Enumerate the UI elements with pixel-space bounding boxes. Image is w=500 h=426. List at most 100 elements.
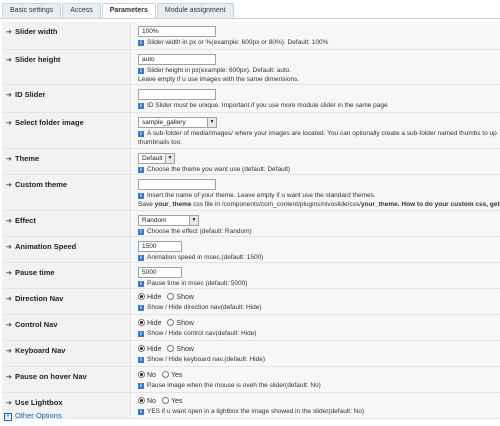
radio-label: No	[147, 398, 156, 405]
radio-label: No	[147, 372, 156, 379]
info-icon: i	[138, 193, 144, 199]
lightbox-yes-radio[interactable]	[161, 397, 169, 404]
param-field: Hide Show i Show / Hide control nav(defaul…	[138, 319, 500, 339]
animation-speed-input[interactable]: 1500	[138, 241, 182, 252]
help-text: Slider width in px or %(example: 600px o…	[147, 39, 329, 46]
arrow-right-icon: ➔	[6, 400, 12, 407]
help-text-2: Save your_theme css file in /components/…	[138, 200, 500, 208]
param-label-text: Use Lightbox	[15, 398, 63, 407]
help-text: Choose the theme you want use (default: …	[147, 166, 291, 173]
param-label: ➔ Keyboard Nav	[2, 341, 131, 366]
slider-height-input[interactable]: auto	[138, 54, 216, 65]
arrow-right-icon: ➔	[6, 244, 12, 251]
info-icon: i	[138, 331, 144, 337]
param-label: ➔ Select folder image	[2, 113, 131, 148]
tab-divider	[0, 18, 500, 19]
info-icon: i	[138, 255, 144, 261]
radio-label: Yes	[170, 398, 183, 405]
arrow-right-icon: ➔	[6, 270, 12, 277]
param-row-slider-width: ➔ Slider width 100% i Slider width in px o…	[2, 22, 500, 50]
chevron-down-icon[interactable]: ▼	[165, 154, 174, 163]
help-text: Pause image when the mouse is oveh the s…	[147, 382, 321, 389]
param-label: ➔ Effect	[2, 211, 131, 236]
tab-parameters[interactable]: Parameters	[101, 3, 156, 19]
info-icon: i	[138, 305, 144, 311]
info-icon: i	[138, 357, 144, 363]
keyboard-nav-show-radio[interactable]	[167, 345, 175, 352]
other-options-link[interactable]: + Other Options	[4, 411, 62, 421]
param-label: ➔ Slider height	[2, 50, 131, 84]
control-nav-hide-radio[interactable]	[138, 319, 145, 326]
help-text: A sub-folder of media/images/ where your…	[147, 130, 497, 137]
param-label-text: Animation Speed	[15, 242, 77, 251]
theme-select[interactable]: Default ▼	[138, 153, 175, 164]
direction-nav-hide-radio[interactable]	[138, 293, 145, 300]
keyboard-nav-hide-radio[interactable]	[138, 345, 145, 352]
custom-theme-input[interactable]	[138, 179, 216, 190]
param-label-text: Theme	[15, 154, 40, 163]
param-label-text: Keyboard Nav	[15, 346, 66, 355]
param-label: ➔ Slider width	[2, 22, 131, 49]
id-slider-input[interactable]	[138, 89, 216, 100]
slider-width-input[interactable]: 100%	[138, 26, 216, 37]
param-label-text: Effect	[15, 216, 36, 225]
info-icon: i	[138, 383, 144, 389]
arrow-right-icon: ➔	[6, 120, 12, 127]
param-label-text: Select folder image	[15, 118, 84, 127]
arrow-right-icon: ➔	[6, 348, 12, 355]
lightbox-no-radio[interactable]	[138, 397, 145, 404]
chevron-down-icon[interactable]: ▼	[207, 118, 216, 127]
info-icon: i	[138, 68, 144, 74]
pause-hover-yes-radio[interactable]	[161, 371, 169, 378]
help-text: Animation speed in msec.(default: 1500)	[147, 254, 264, 261]
param-field: No Yes i YES if u want open in a lightbox …	[138, 397, 500, 417]
param-label: ➔ Pause on hover Nav	[2, 367, 131, 392]
radio-label: Hide	[147, 294, 162, 301]
arrow-right-icon: ➔	[6, 92, 12, 99]
control-nav-show-radio[interactable]	[167, 319, 175, 326]
arrow-right-icon: ➔	[6, 182, 12, 189]
param-label: ➔ Animation Speed	[2, 237, 131, 262]
param-row-slider-height: ➔ Slider height auto i Slider height in px…	[2, 50, 500, 85]
param-label-text: Pause time	[15, 268, 55, 277]
help-text-2: thumbnails too.	[138, 138, 183, 146]
help-text: Insert the name of your theme. Leave emp…	[147, 192, 376, 199]
arrow-right-icon: ➔	[6, 374, 12, 381]
pause-hover-no-radio[interactable]	[138, 371, 145, 378]
chevron-down-icon[interactable]: ▼	[189, 216, 198, 225]
other-options-label: Other Options	[15, 411, 62, 420]
param-field: Default ▼ i Choose the theme you want use …	[138, 153, 500, 175]
param-label-text: Control Nav	[15, 320, 58, 329]
pause-time-input[interactable]: 5000	[138, 267, 182, 278]
param-field: 5000 i Pause time in msec (default: 5000)	[138, 267, 500, 289]
direction-nav-show-radio[interactable]	[167, 293, 175, 300]
param-row-id-slider: ➔ ID Slider i ID Slider must be unique. Im…	[2, 85, 500, 113]
param-label: ➔ Direction Nav	[2, 289, 131, 314]
radio-label: Show	[176, 320, 194, 327]
tab-module-assignment[interactable]: Module assignment	[156, 3, 234, 18]
param-field: i Insert the name of your theme. Leave em…	[138, 179, 500, 209]
help-text-2: Leave empty if u use images with the sam…	[138, 75, 300, 83]
param-field: sample_gallery ▼ iA sub-folder of media/i…	[138, 117, 500, 147]
param-field: 100% i Slider width in px or %(example: 6…	[138, 26, 500, 48]
param-label-text: Custom theme	[15, 180, 68, 189]
info-icon: i	[138, 103, 144, 109]
param-row-direction-nav: ➔ Direction Nav Hide Show i Show / Hide dir…	[2, 289, 500, 315]
tab-basic-settings[interactable]: Basic settings	[2, 3, 62, 18]
tab-bar: Basic settings Access Parameters Module …	[2, 3, 235, 19]
arrow-right-icon: ➔	[6, 322, 12, 329]
info-icon: i	[138, 40, 144, 46]
param-label-text: Slider width	[15, 27, 58, 36]
radio-label: Show	[176, 294, 194, 301]
radio-label: Hide	[147, 346, 162, 353]
effect-select[interactable]: Random ▼	[138, 215, 199, 226]
help-text: Show / Hide keyboard nav.(default: Hide)	[147, 356, 266, 363]
param-label-text: Slider height	[15, 55, 61, 64]
help-text: Choose the effect (default: Random)	[147, 228, 252, 235]
tab-access[interactable]: Access	[62, 3, 101, 18]
arrow-right-icon: ➔	[6, 156, 12, 163]
info-icon: i	[138, 131, 144, 137]
folder-select[interactable]: sample_gallery ▼	[138, 117, 217, 128]
info-icon: i	[138, 409, 144, 415]
param-row-effect: ➔ Effect Random ▼ i Choose the effect (defa…	[2, 211, 500, 237]
